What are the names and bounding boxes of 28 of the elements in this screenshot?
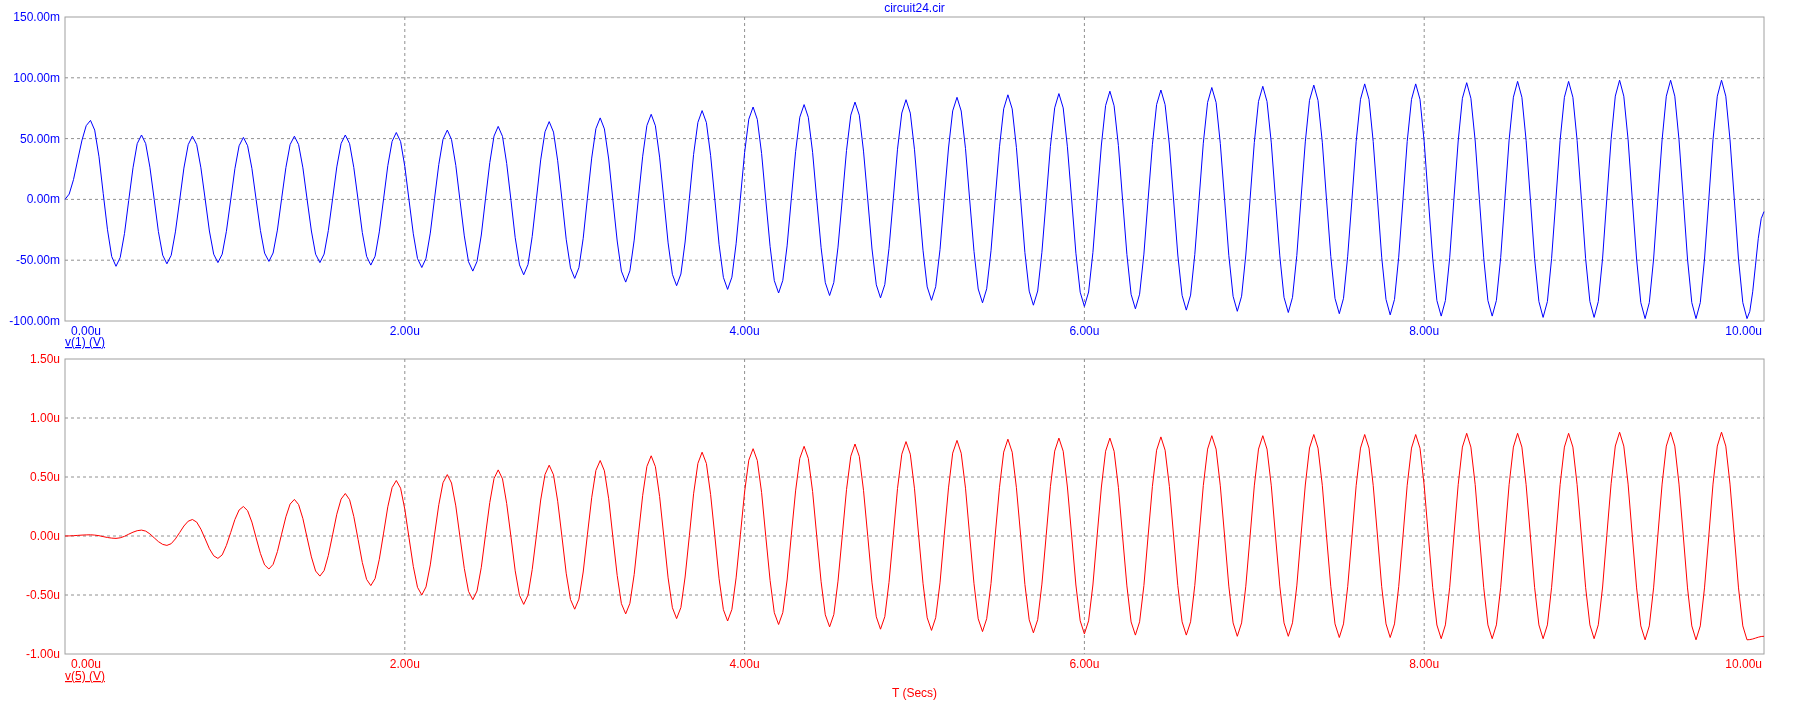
x-tick-label: 8.00u — [1409, 324, 1440, 338]
x-tick-label: 10.00u — [1725, 324, 1762, 338]
y-tick-label: 0.50u — [29, 470, 60, 484]
series-label: v(5) (V) — [65, 669, 105, 683]
x-tick-label: 6.00u — [1069, 324, 1100, 338]
y-tick-label: 150.00m — [13, 10, 60, 24]
x-tick-label: 2.00u — [389, 657, 420, 671]
y-tick-label: -0.50u — [25, 588, 60, 602]
y-tick-label: 1.50u — [29, 352, 60, 366]
y-tick-label: 0.00u — [29, 529, 60, 543]
y-tick-label: 1.00u — [29, 411, 60, 425]
chart-title: circuit24.cir — [884, 1, 945, 15]
x-axis-label: T (Secs) — [891, 686, 938, 700]
x-tick-label: 6.00u — [1069, 657, 1100, 671]
x-tick-label: 8.00u — [1409, 657, 1440, 671]
x-tick-label: 0.00u — [71, 324, 102, 338]
y-tick-label: 100.00m — [13, 70, 60, 85]
x-tick-label: 4.00u — [729, 657, 760, 671]
x-tick-label: 2.00u — [389, 324, 420, 338]
y-tick-label: 50.00m — [19, 131, 60, 146]
y-tick-label: 0.00m — [26, 192, 60, 207]
x-tick-label: 10.00u — [1725, 657, 1762, 671]
series-label: v(1) (V) — [65, 335, 105, 349]
y-tick-label: -1.00u — [25, 647, 60, 661]
x-tick-label: 4.00u — [729, 324, 760, 338]
x-tick-label: 0.00u — [71, 657, 102, 671]
y-tick-label: -100.00m — [9, 314, 60, 328]
y-tick-label: -50.00m — [15, 253, 60, 268]
